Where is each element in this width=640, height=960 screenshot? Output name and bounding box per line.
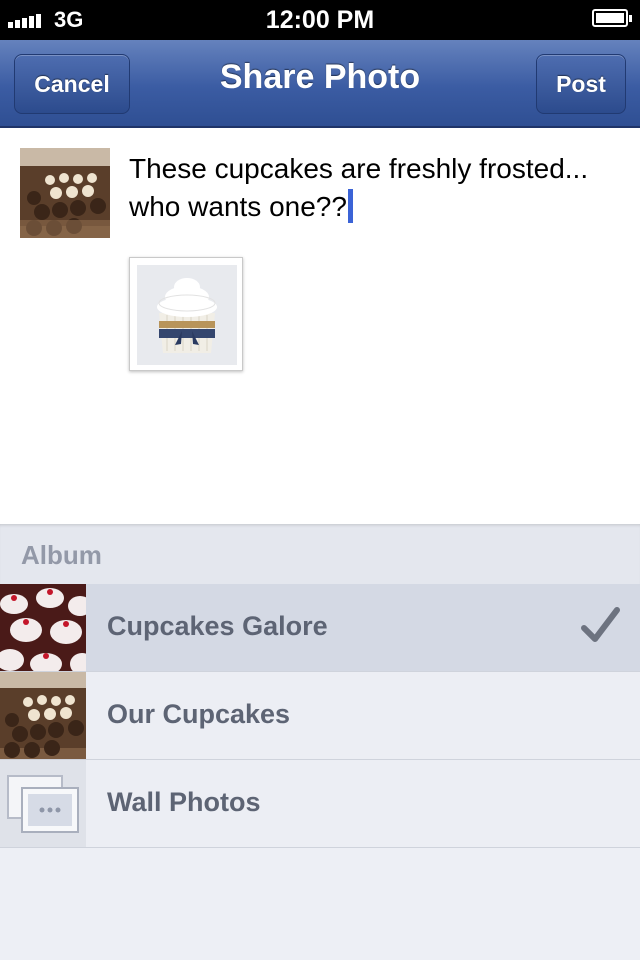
album-item-cupcakes-galore[interactable]: Cupcakes Galore <box>0 584 640 672</box>
text-cursor <box>347 189 353 223</box>
album-thumbnail <box>0 672 86 759</box>
wall-photos-icon <box>0 760 86 847</box>
album-header-label: Album <box>21 540 102 570</box>
status-time: 12:00 PM <box>265 6 375 34</box>
album-item-label: Cupcakes Galore <box>107 611 328 641</box>
album-section-header: Album <box>0 524 640 584</box>
album-item-label: Our Cupcakes <box>107 699 291 729</box>
checkmark-icon <box>580 606 620 651</box>
message-text-field[interactable]: These cupcakes are freshly frosted... wh… <box>129 150 629 226</box>
profile-thumbnail <box>20 148 110 238</box>
album-list: Cupcakes Galore Our Cupcakes Wall Photos <box>0 584 640 848</box>
post-button[interactable]: Post <box>536 54 626 114</box>
status-bar: 3G 12:00 PM <box>0 0 640 40</box>
album-item-wall-photos[interactable]: Wall Photos <box>0 760 640 848</box>
red-velvet-cupcakes-icon <box>0 584 86 671</box>
album-thumbnail <box>0 760 86 847</box>
compose-area: These cupcakes are freshly frosted... wh… <box>0 128 640 524</box>
frosted-cupcake-icon <box>137 265 237 365</box>
navigation-bar: Cancel Share Photo Post <box>0 40 640 128</box>
message-line-1: These cupcakes are freshly frosted... <box>129 153 589 184</box>
cupcake-tray-icon <box>0 672 86 759</box>
message-line-2: who wants one?? <box>129 191 347 222</box>
attached-photo[interactable] <box>129 257 243 371</box>
album-item-our-cupcakes[interactable]: Our Cupcakes <box>0 672 640 760</box>
album-item-label: Wall Photos <box>107 787 261 817</box>
battery-icon <box>592 9 632 27</box>
cupcake-tray-icon <box>20 148 110 238</box>
album-thumbnail <box>0 584 86 671</box>
